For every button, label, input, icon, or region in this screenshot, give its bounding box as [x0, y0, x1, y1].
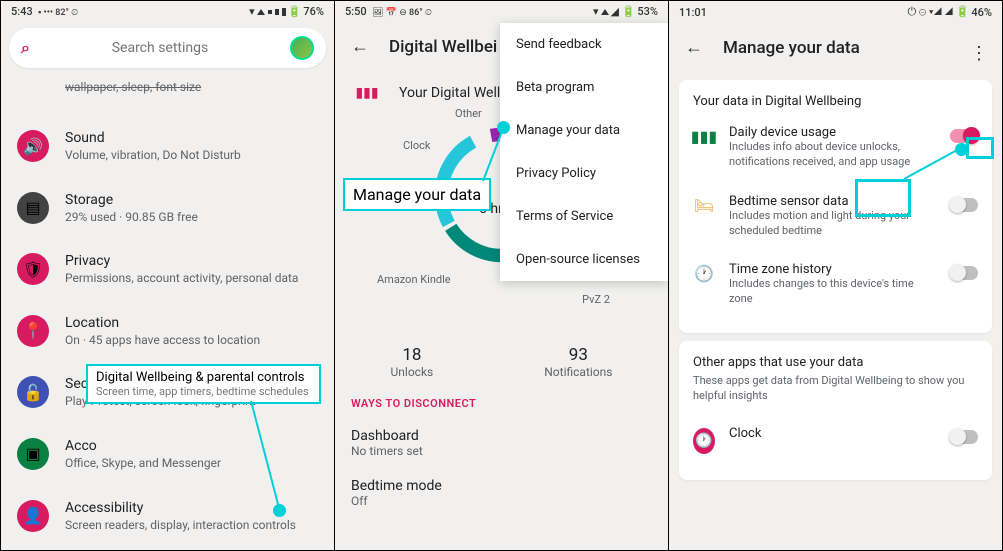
clock-icon: 🕐	[693, 428, 715, 454]
menu-item[interactable]: Beta program	[500, 66, 668, 109]
privacy-icon: 🛡	[17, 253, 49, 285]
toggle[interactable]	[950, 198, 978, 212]
callout-manage: Manage your data	[343, 178, 491, 211]
location-icon: 📍	[17, 315, 49, 347]
truncated-row[interactable]: wallpaper, sleep, font size	[1, 74, 334, 116]
app-row-clock[interactable]: 🕐 Clock	[693, 414, 978, 466]
settings-row-sound[interactable]: 🔊SoundVolume, vibration, Do Not Disturb	[1, 116, 334, 178]
bed-icon: 🛏	[693, 194, 715, 215]
status-bar: 5:50 🖼 📅 ⊖ 86° ⏲ ▾ ◢ 🔋53%	[335, 1, 668, 22]
security-icon: 🔓	[17, 376, 49, 408]
toggle-clock[interactable]	[950, 430, 978, 444]
callout-dwb: Digital Wellbeing & parental controls Sc…	[86, 364, 321, 404]
status-bar: 11:01 ⏻ ⊝ ▾◢ ◢ 🔋46%	[669, 1, 1002, 23]
menu-item[interactable]: Manage your data	[500, 109, 668, 152]
settings-row-storage[interactable]: ▤Storage29% used · 90.85 GB free	[1, 178, 334, 240]
data-row: ▮▮▮Daily device usageIncludes info about…	[693, 113, 978, 182]
search-icon: ⌕	[21, 38, 30, 58]
stat-notifications[interactable]: 93Notifications	[544, 345, 612, 379]
clock-icon: 🕐	[693, 262, 715, 283]
opt-dashboard[interactable]: DashboardNo timers set	[335, 418, 668, 468]
card-your-data: Your data in Digital Wellbeing ▮▮▮Daily …	[679, 80, 992, 333]
toggle[interactable]	[950, 266, 978, 280]
card-other-apps: Other apps that use your data These apps…	[679, 341, 992, 480]
section-header: WAYS TO DISCONNECT	[335, 397, 668, 418]
opt-bedtime[interactable]: Bedtime modeOff	[335, 468, 668, 518]
settings-row-location[interactable]: 📍LocationOn · 45 apps have access to loc…	[1, 301, 334, 363]
phone-settings: 5:43 ▪︎ ••• 82° ⏲ ▾ 🔋76% ⌕ wallpaper, sl…	[1, 1, 335, 550]
bars-icon: ▮▮▮	[693, 125, 715, 146]
header: ← Manage your data	[669, 23, 1002, 72]
data-row: 🛏Bedtime sensor dataIncludes motion and …	[693, 182, 978, 251]
menu-item[interactable]: Terms of Service	[500, 195, 668, 238]
stat-unlocks[interactable]: 18Unlocks	[391, 345, 434, 379]
search-input[interactable]	[30, 40, 290, 56]
menu-item[interactable]: Privacy Policy	[500, 152, 668, 195]
storage-icon: ▤	[17, 192, 49, 224]
phone-wellbeing: 5:50 🖼 📅 ⊖ 86° ⏲ ▾ ◢ 🔋53% ← Digital Well…	[335, 1, 669, 550]
back-icon[interactable]: ←	[685, 37, 703, 58]
settings-row-accounts[interactable]: ▣AccoOffice, Skype, and Messenger	[1, 424, 334, 486]
a11y-icon: 👤	[17, 500, 49, 532]
settings-row-privacy[interactable]: 🛡PrivacyPermissions, account activity, p…	[1, 239, 334, 301]
search-bar[interactable]: ⌕	[9, 28, 326, 68]
bars-icon: ▮▮▮	[351, 85, 383, 101]
avatar[interactable]	[290, 36, 314, 60]
page-title: Digital Wellbei	[389, 37, 497, 57]
accounts-icon: ▣	[17, 438, 49, 470]
stats: 18Unlocks 93Notifications	[335, 335, 668, 397]
phone-manage-data: 11:01 ⏻ ⊝ ▾◢ ◢ 🔋46% ← Manage your data ⋮…	[669, 1, 1002, 550]
menu-item[interactable]: Open-source licenses	[500, 238, 668, 281]
settings-row-dwb[interactable]: ♡Digital Wellbeing & parental controlsSc…	[1, 547, 334, 550]
back-icon[interactable]: ←	[351, 36, 369, 57]
page-title: Manage your data	[723, 38, 860, 58]
sound-icon: 🔊	[17, 130, 49, 162]
data-row: 🕐Time zone historyIncludes changes to th…	[693, 250, 978, 319]
more-icon[interactable]: ⋮	[970, 43, 988, 64]
menu-item[interactable]: Send feedback	[500, 23, 668, 66]
status-bar: 5:43 ▪︎ ••• 82° ⏲ ▾ 🔋76%	[1, 1, 334, 22]
overflow-menu: Send feedbackBeta programManage your dat…	[500, 23, 668, 281]
settings-row-a11y[interactable]: 👤AccessibilityScreen readers, display, i…	[1, 486, 334, 548]
